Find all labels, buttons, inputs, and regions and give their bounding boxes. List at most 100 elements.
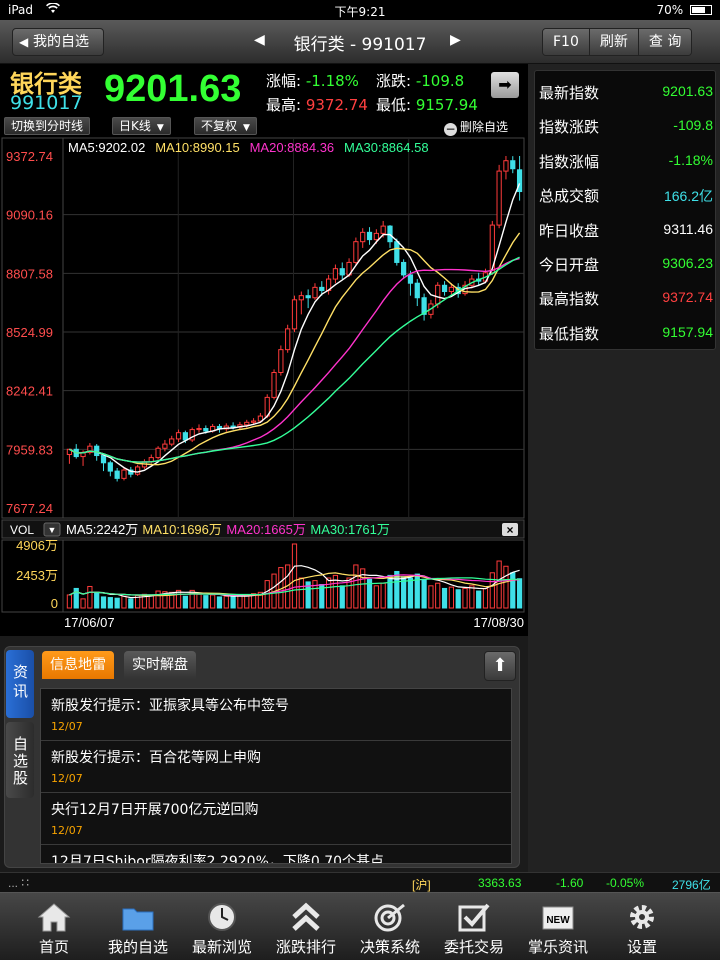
- candle: [401, 261, 407, 276]
- f10-button[interactable]: F10: [543, 29, 590, 55]
- news-title: 新股发行提示：亚振家具等公布中签号: [51, 698, 289, 714]
- price-tick-label: 8242.41: [6, 384, 53, 399]
- news-item[interactable]: 新股发行提示：亚振家具等公布中签号 12/07: [41, 689, 511, 741]
- tab-realtime-analysis[interactable]: 实时解盘: [124, 651, 196, 679]
- volume-bar: [482, 587, 489, 609]
- kline-chart[interactable]: 9372.74 9090.16 8807.58 8524.99 8242.41 7959.…: [0, 136, 528, 636]
- volume-tick-label: 2453万: [16, 568, 58, 583]
- stat-label: 最低指数: [539, 324, 600, 343]
- stat-value: 9201.63: [662, 83, 713, 99]
- candle: [271, 371, 277, 398]
- current-price: 9201.63: [104, 68, 242, 110]
- tab-folder[interactable]: 我的自选: [96, 893, 180, 960]
- volume-bar: [230, 596, 236, 609]
- target-icon: [372, 901, 408, 933]
- volume-bar: [80, 598, 86, 609]
- volume-bar: [441, 587, 448, 609]
- candle: [305, 295, 311, 299]
- stat-value: -109.8: [673, 117, 713, 134]
- volume-bar: [428, 585, 434, 609]
- candle: [380, 225, 386, 234]
- tab-clock[interactable]: 最新浏览: [180, 893, 264, 960]
- stat-value: 9157.94: [662, 323, 713, 340]
- price-tick-label: 7959.83: [6, 442, 53, 457]
- period-select[interactable]: 日K线 ▼: [112, 117, 171, 135]
- ma-legend-item: MA30:8864.58: [344, 140, 429, 155]
- battery-percent: 70%: [656, 3, 684, 17]
- tab-checkbox[interactable]: 委托交易: [432, 893, 516, 960]
- tab-new-badge[interactable]: NEW 掌乐资讯: [516, 893, 600, 960]
- status-bar: iPad 下午9:21 70%: [0, 0, 720, 20]
- volume-bar: [489, 572, 495, 609]
- minus-circle-icon: −: [444, 122, 457, 136]
- volume-bar: [421, 578, 427, 609]
- query-button[interactable]: 查 询: [638, 29, 692, 55]
- price-tick-label: 9372.74: [6, 149, 53, 164]
- volume-ma-legend: MA5:2242万 MA10:1696万 MA20:1665万 MA30:1761万: [66, 522, 390, 537]
- back-button[interactable]: ◀ 我的自选: [12, 28, 104, 56]
- high-stat: 最高: 9372.74: [266, 94, 368, 115]
- tab-info-mines[interactable]: 信息地雷: [42, 651, 114, 679]
- stat-value: 166.2亿: [663, 188, 713, 205]
- side-tab-watchlist[interactable]: 自选股: [6, 722, 34, 798]
- volume-bar: [503, 565, 509, 609]
- news-title: 新股发行提示：百合花等网上申购: [51, 750, 261, 766]
- new-badge-icon: NEW: [540, 901, 576, 933]
- ticker-market: [沪]: [412, 878, 431, 892]
- volume-bar: [121, 595, 127, 609]
- share-arrow-icon[interactable]: ➡: [491, 72, 519, 98]
- price-tick-label: 9090.16: [6, 208, 53, 223]
- ma-legend-item: MA10:8990.15: [155, 140, 240, 155]
- volume-bar: [66, 594, 73, 609]
- page-title: 银行类 - 991017: [293, 35, 427, 55]
- volume-bar: [455, 589, 461, 609]
- bottom-tab-bar: 首页 我的自选 最新浏览 涨跌排行 决策系统 委托交易 NEW 掌乐资讯 设置: [0, 892, 720, 960]
- stock-code: 991017: [10, 92, 83, 114]
- news-item[interactable]: 新股发行提示：百合花等网上申购 12/07: [41, 741, 511, 793]
- x-end-date: 17/08/30: [473, 615, 524, 630]
- tab-label: 我的自选: [107, 938, 168, 956]
- dropdown-arrow-icon: ▼: [243, 123, 250, 133]
- tab-gear[interactable]: 设置: [600, 893, 684, 960]
- news-item[interactable]: 央行12月7日开展700亿元逆回购 12/07: [41, 793, 511, 845]
- high-value: 9372.74: [305, 96, 368, 114]
- candle: [435, 284, 441, 305]
- volume-legend-item: MA20:1665万: [226, 522, 306, 537]
- low-value: 9157.94: [415, 96, 478, 114]
- refresh-button[interactable]: 刷新: [589, 29, 639, 55]
- next-stock-icon[interactable]: ▶: [450, 32, 461, 48]
- gear-icon: [624, 901, 660, 933]
- tab-target[interactable]: 决策系统: [348, 893, 432, 960]
- tab-chevrons-up[interactable]: 涨跌排行: [264, 893, 348, 960]
- volume-bar: [387, 574, 393, 609]
- candle: [100, 455, 107, 464]
- volume-bar: [210, 594, 216, 609]
- switch-timeshare-label: 切换到分时线: [11, 119, 84, 133]
- volume-bar: [298, 577, 304, 609]
- checkbox-icon: [456, 901, 492, 933]
- navigation-bar: ◀ 我的自选 ◀ 银行类 - 991017 ▶ F10 刷新 查 询: [0, 20, 720, 64]
- news-item[interactable]: 12月7日Shibor隔夜利率2.2920%，下降0.70个基点: [41, 845, 511, 863]
- adjust-select[interactable]: 不复权 ▼: [194, 117, 257, 135]
- stat-row: 最新指数 9201.63: [535, 73, 717, 107]
- market-index-ticker[interactable]: ... ∷ [沪] 3363.63 -1.60 -0.05% 2796亿: [0, 872, 720, 892]
- news-date: 12/07: [51, 720, 83, 733]
- candle: [298, 295, 304, 301]
- index-stats-panel: 最新指数 9201.63 指数涨跌 -109.8 指数涨幅 -1.18% 总成交额 166.2…: [534, 70, 716, 350]
- side-tab-news[interactable]: 资讯: [6, 650, 34, 718]
- volume-legend-item: MA5:2242万: [66, 522, 138, 537]
- tab-home[interactable]: 首页: [12, 893, 96, 960]
- delete-watchlist-button[interactable]: − 删除自选: [444, 118, 508, 136]
- volume-bar: [516, 578, 523, 609]
- change-pct-label: 涨幅:: [266, 72, 302, 90]
- switch-timeshare-button[interactable]: 切换到分时线: [4, 117, 91, 135]
- candle: [121, 469, 127, 479]
- volume-bar: [155, 590, 161, 609]
- low-stat: 最低: 9157.94: [376, 94, 478, 115]
- volume-bar: [380, 582, 386, 609]
- candle: [169, 438, 175, 445]
- dropdown-arrow-icon: ▼: [48, 525, 57, 535]
- volume-bar: [469, 585, 475, 609]
- expand-up-arrow-icon[interactable]: ⬆: [484, 651, 516, 681]
- candle: [162, 443, 168, 449]
